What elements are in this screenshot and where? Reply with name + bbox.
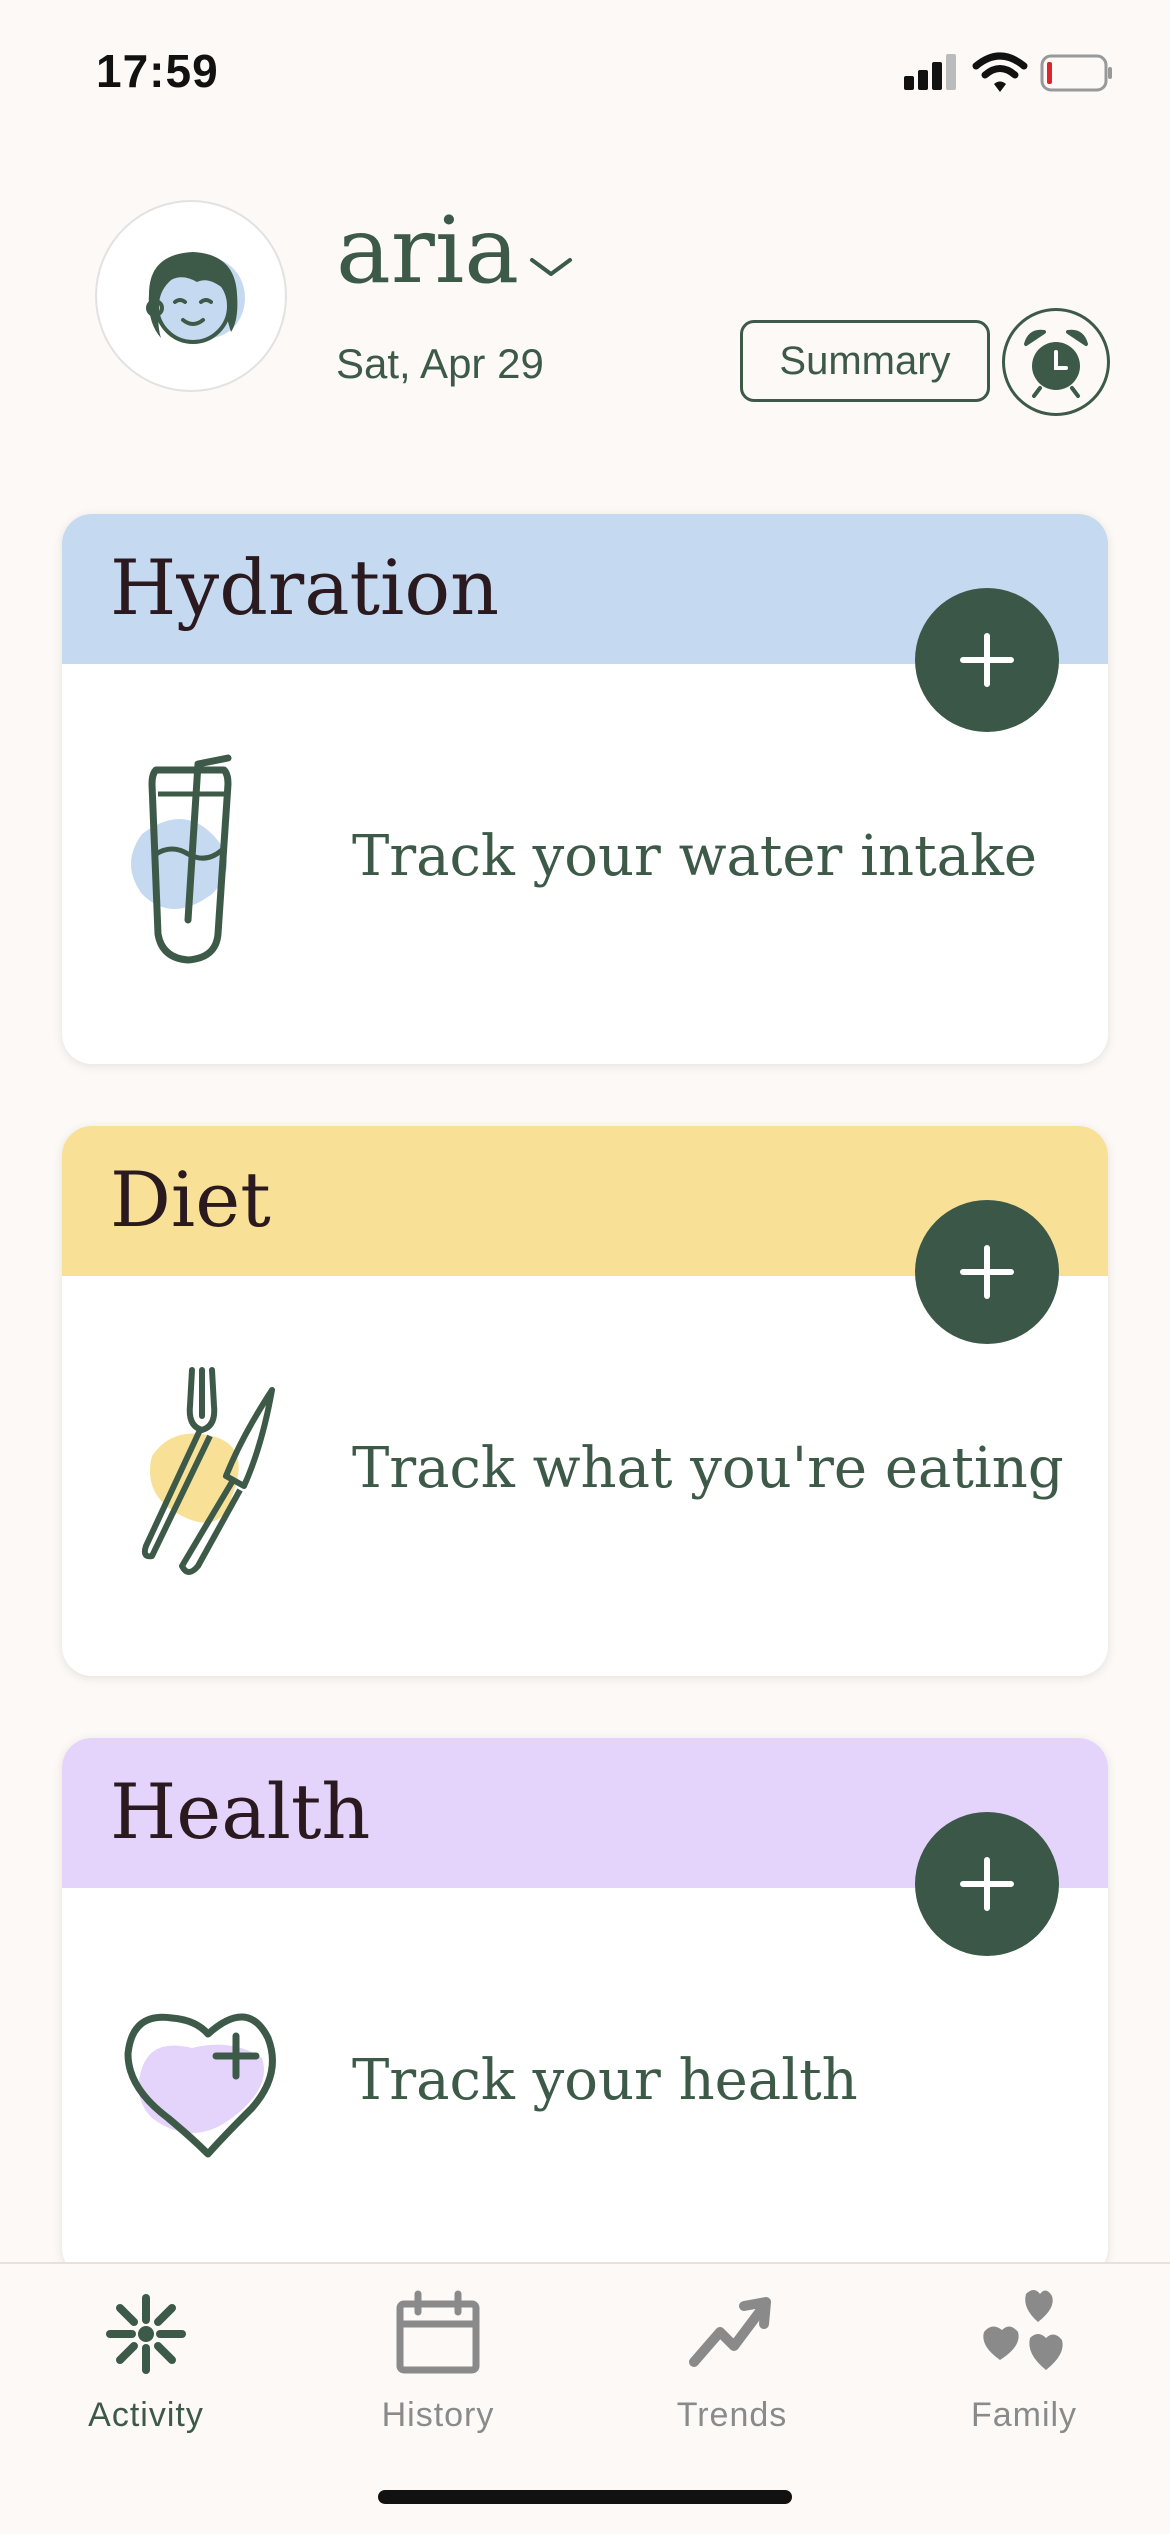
avatar[interactable] — [95, 200, 287, 392]
trend-arrow-icon — [689, 2297, 771, 2367]
fork-knife-icon — [141, 1367, 275, 1575]
calendar-icon — [396, 2290, 480, 2374]
alarm-clock-icon — [1024, 329, 1088, 398]
profile-name[interactable]: aria — [336, 205, 519, 297]
battery-low-icon — [1040, 54, 1112, 92]
plus-icon — [960, 1857, 1014, 1911]
card-text: Track your health — [352, 2048, 858, 2113]
nav-item-activity[interactable]: Activity — [26, 2284, 266, 2454]
summary-button[interactable]: Summary — [740, 320, 990, 402]
health-card[interactable]: Health Track your health — [62, 1738, 1108, 2278]
card-title: Health — [110, 1767, 371, 1856]
wifi-icon — [972, 52, 1028, 92]
card-text: Track what you're eating — [352, 1436, 1064, 1501]
profile-date: Sat, Apr 29 — [336, 340, 544, 387]
add-health-button[interactable] — [915, 1812, 1059, 1956]
card-text: Track your water intake — [352, 824, 1038, 889]
nav-label: Activity — [88, 2396, 204, 2434]
nav-label: History — [381, 2396, 495, 2434]
nav-item-history[interactable]: History — [318, 2284, 558, 2454]
card-title: Diet — [110, 1155, 271, 1244]
nav-label: Family — [970, 2396, 1078, 2434]
heart-plus-icon — [124, 2013, 276, 2158]
water-glass-icon — [131, 754, 232, 964]
cellular-signal-icon — [904, 54, 956, 90]
status-time: 17:59 — [96, 45, 219, 97]
chevron-down-icon[interactable] — [528, 252, 574, 282]
nav-label: Trends — [676, 2396, 788, 2434]
plus-icon — [960, 1245, 1014, 1299]
add-hydration-button[interactable] — [915, 588, 1059, 732]
avatar-face-icon — [146, 252, 245, 344]
plus-icon — [960, 633, 1014, 687]
activity-sparkle-icon — [106, 2294, 186, 2374]
alarm-button[interactable] — [1002, 308, 1110, 416]
nav-item-trends[interactable]: Trends — [612, 2284, 852, 2454]
add-diet-button[interactable] — [915, 1200, 1059, 1344]
card-title: Hydration — [110, 543, 500, 632]
nav-item-family[interactable]: Family — [904, 2284, 1144, 2454]
hearts-icon — [983, 2290, 1063, 2370]
home-indicator — [378, 2490, 792, 2504]
